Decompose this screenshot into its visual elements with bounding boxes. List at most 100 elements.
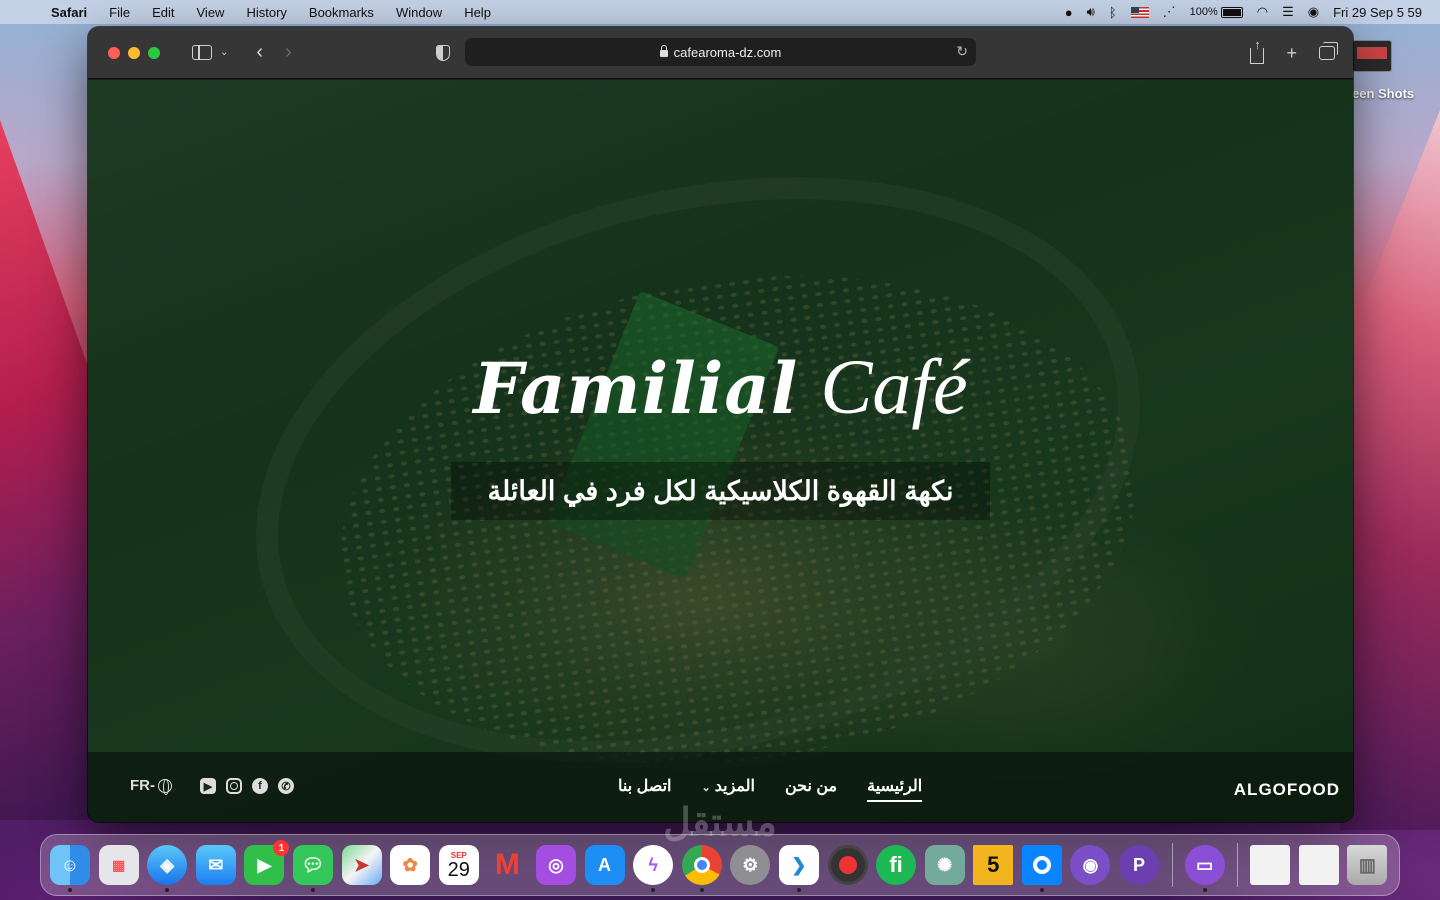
globe-icon	[158, 778, 172, 795]
facetime-icon[interactable]: ▶ 1	[244, 840, 290, 885]
battery-percent: 100%	[1189, 6, 1218, 18]
facebook-icon[interactable]: f	[252, 778, 268, 794]
input-source-flag-icon[interactable]	[1130, 6, 1149, 18]
running-indicator	[165, 888, 170, 892]
gmail-icon[interactable]: M	[487, 845, 527, 885]
dock: ☺ ▦ ◈ ✉ ▶ 1 💬︎ ➤ ✿ SEP 29 M ◎ A ϟ ⚙ ❯ fi …	[40, 834, 1400, 896]
bluetooth-icon[interactable]: ᛒ	[1109, 5, 1117, 20]
trash-icon[interactable]: ▥	[1347, 845, 1388, 885]
close-window-button[interactable]	[108, 46, 120, 59]
new-tab-icon[interactable]: +	[1286, 43, 1297, 64]
chevron-down-icon: ⌄	[701, 782, 711, 794]
running-indicator	[796, 888, 801, 892]
volume-icon[interactable]: 🔊︎	[1087, 4, 1095, 20]
photos-icon[interactable]: ✿	[390, 845, 431, 885]
running-indicator	[68, 888, 72, 892]
wifi-icon[interactable]: ◠	[1257, 4, 1268, 20]
reload-icon[interactable]: ↻	[956, 43, 968, 60]
hero-title: Familial Café	[88, 342, 1353, 432]
keyboard-brightness-icon[interactable]: ⋰	[1163, 4, 1176, 20]
proton-icon[interactable]: P	[1119, 845, 1160, 885]
desktop-folder-icon[interactable]	[1352, 40, 1392, 72]
desktop-wallpaper-left	[0, 120, 100, 820]
dock-separator	[1237, 843, 1239, 887]
dock-separator	[1171, 843, 1173, 887]
recent-window-chrome-icon[interactable]	[1250, 845, 1291, 885]
browser-toolbar: ⌄ ‹ › cafearoma-dz.com ↻ +	[88, 27, 1353, 79]
podcast-player-icon[interactable]: ◉	[1070, 845, 1111, 885]
language-label: FR-	[130, 777, 155, 794]
lock-icon	[659, 44, 668, 57]
battery-icon	[1220, 6, 1243, 18]
nav-more[interactable]: المزيد⌄	[702, 776, 755, 802]
sidebar-toggle-icon[interactable]	[192, 45, 212, 60]
app-5-icon[interactable]: 5	[973, 845, 1014, 885]
menu-app-name[interactable]: Safari	[40, 5, 98, 20]
recent-window-app-icon[interactable]	[1298, 845, 1339, 885]
calendar-day: 29	[447, 858, 470, 881]
chrome-icon[interactable]	[681, 845, 722, 892]
safari-icon[interactable]: ◈	[147, 845, 188, 892]
menubar-clock[interactable]: Fri 29 Sep 5 59	[1333, 5, 1422, 20]
vscode-icon[interactable]: ❯	[778, 845, 819, 892]
window-controls	[108, 46, 160, 59]
youtube-icon[interactable]: ▶	[200, 778, 216, 794]
screen-recorder-icon[interactable]	[827, 845, 868, 885]
privacy-shield-icon[interactable]	[436, 45, 450, 61]
tab-overview-icon[interactable]	[1319, 42, 1338, 60]
running-indicator	[651, 888, 656, 892]
safari-window: ⌄ ‹ › cafearoma-dz.com ↻ + Familial Café …	[88, 27, 1353, 822]
language-switcher[interactable]: FR-	[130, 777, 172, 795]
user-icon[interactable]: ●	[1065, 5, 1073, 20]
mail-icon[interactable]: ✉	[195, 845, 236, 885]
app-store-icon[interactable]: A	[584, 845, 625, 885]
system-settings-icon[interactable]: ⚙	[730, 845, 771, 885]
notification-badge: 1	[273, 840, 290, 856]
desktop-folder-label[interactable]: een Shots	[1352, 86, 1440, 101]
menu-bookmarks[interactable]: Bookmarks	[298, 5, 385, 20]
address-bar[interactable]: cafearoma-dz.com ↻	[465, 38, 976, 66]
maps-icon[interactable]: ➤	[341, 845, 382, 885]
battery-indicator[interactable]: 100%	[1190, 6, 1243, 18]
main-menu: الرئيسية من نحن المزيد⌄ اتصل بنا	[618, 776, 923, 802]
hero-overlay	[88, 80, 1353, 822]
running-indicator	[310, 888, 315, 892]
menu-help[interactable]: Help	[453, 5, 502, 20]
zoom-window-button[interactable]	[148, 46, 160, 59]
fiverr-icon[interactable]: fi	[876, 845, 917, 885]
menu-edit[interactable]: Edit	[141, 5, 185, 20]
chatgpt-icon[interactable]: ✺	[924, 845, 965, 885]
messages-icon[interactable]: 💬︎	[292, 845, 333, 892]
menu-history[interactable]: History	[235, 5, 297, 20]
share-icon[interactable]	[1250, 37, 1265, 64]
nav-home[interactable]: الرئيسية	[867, 776, 923, 802]
running-indicator	[1202, 888, 1207, 892]
forward-button[interactable]: ›	[285, 41, 292, 64]
app-circle-icon[interactable]	[1021, 845, 1062, 892]
minimize-window-button[interactable]	[128, 46, 140, 59]
nav-about[interactable]: من نحن	[785, 776, 837, 802]
calendar-icon[interactable]: SEP 29	[438, 845, 479, 885]
menu-view[interactable]: View	[186, 5, 236, 20]
back-button[interactable]: ‹	[256, 41, 263, 64]
menu-window[interactable]: Window	[385, 5, 453, 20]
menu-bar: Safari File Edit View History Bookmarks …	[0, 0, 1440, 24]
control-center-icon[interactable]: ☰	[1282, 4, 1294, 20]
messenger-icon[interactable]: ϟ	[633, 845, 674, 892]
launchpad-icon[interactable]: ▦	[98, 845, 139, 885]
drive-icon[interactable]: ▭	[1184, 845, 1225, 892]
running-indicator	[699, 888, 704, 892]
chevron-down-icon[interactable]: ⌄	[220, 47, 228, 58]
podcasts-icon[interactable]: ◎	[535, 845, 576, 885]
siri-icon[interactable]: ◉	[1308, 4, 1319, 20]
menu-file[interactable]: File	[98, 5, 141, 20]
nav-contact[interactable]: اتصل بنا	[618, 776, 672, 802]
hero-tagline: نكهة القهوة الكلاسيكية لكل فرد في العائل…	[451, 462, 990, 520]
running-indicator	[1039, 888, 1044, 892]
hero-title-cafe: Café	[820, 343, 968, 430]
social-links: ▶ f ✆	[200, 778, 294, 794]
finder-icon[interactable]: ☺	[50, 845, 90, 892]
whatsapp-icon[interactable]: ✆	[278, 778, 294, 794]
site-logo[interactable]: ALGOFOOD	[1234, 780, 1340, 800]
instagram-icon[interactable]	[226, 778, 242, 794]
